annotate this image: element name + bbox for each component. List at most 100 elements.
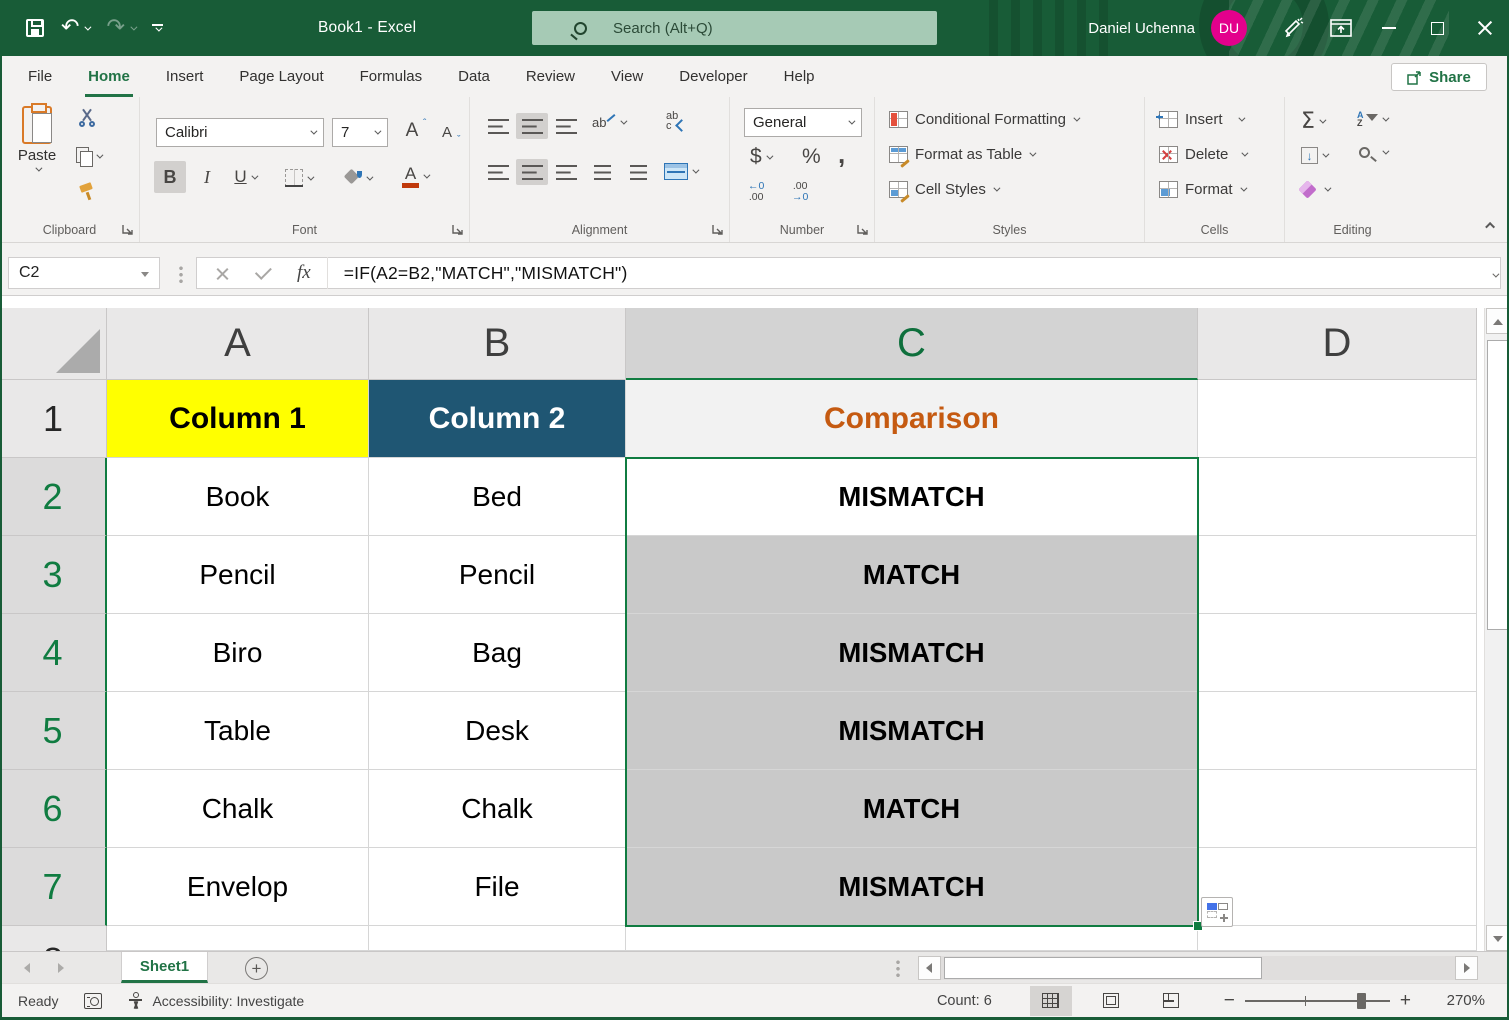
customize-quick-access-button[interactable] [152, 24, 163, 32]
formula-bar-splitter[interactable] [179, 265, 183, 283]
cell-C7[interactable]: MISMATCH [626, 848, 1198, 926]
cell-C5[interactable]: MISMATCH [626, 692, 1198, 770]
align-center-button[interactable] [516, 159, 548, 185]
find-select-button[interactable] [1359, 147, 1387, 158]
name-box-dropdown-icon[interactable] [141, 272, 149, 281]
italic-button[interactable]: I [192, 161, 222, 193]
cell-C2-active[interactable]: MISMATCH [626, 458, 1198, 536]
fill-button[interactable]: ↓ [1301, 147, 1327, 164]
clear-dropdown-icon[interactable] [1324, 185, 1331, 192]
orientation-button[interactable]: ab [592, 115, 625, 130]
accessibility-status[interactable]: Accessibility: Investigate [128, 992, 304, 1010]
scroll-down-button[interactable] [1486, 925, 1509, 951]
new-sheet-button[interactable]: + [245, 957, 268, 980]
paste-dropdown-icon[interactable] [35, 165, 42, 172]
undo-dropdown-icon[interactable] [85, 23, 92, 30]
auto-fill-options-button[interactable] [1201, 897, 1233, 927]
coming-soon-button[interactable] [1269, 0, 1317, 56]
currency-dropdown-icon[interactable] [766, 152, 773, 159]
cell-B4[interactable]: Bag [369, 614, 626, 692]
minimize-button[interactable] [1365, 0, 1413, 56]
cell-A2[interactable]: Book [107, 458, 369, 536]
avatar[interactable]: DU [1211, 10, 1247, 46]
share-button[interactable]: Share [1391, 63, 1487, 91]
cell-D4[interactable] [1198, 614, 1477, 692]
font-color-dropdown-icon[interactable] [423, 171, 430, 178]
number-format-select[interactable]: General [744, 108, 862, 137]
sort-filter-button[interactable]: AZ [1357, 111, 1387, 127]
cell-D6[interactable] [1198, 770, 1477, 848]
scroll-left-button[interactable] [918, 956, 941, 980]
clipboard-dialog-launcher[interactable] [121, 223, 134, 236]
zoom-slider[interactable] [1245, 1000, 1390, 1002]
previous-sheet-button[interactable] [19, 963, 30, 973]
orientation-dropdown-icon[interactable] [621, 118, 628, 125]
format-painter-button[interactable] [78, 183, 96, 201]
next-sheet-button[interactable] [58, 963, 69, 973]
tab-formulas[interactable]: Formulas [342, 56, 441, 97]
cell-B8[interactable] [369, 926, 626, 951]
fill-color-dropdown-icon[interactable] [366, 173, 373, 180]
cell-A5[interactable]: Table [107, 692, 369, 770]
row-header-4[interactable]: 4 [0, 614, 107, 692]
fill-color-button[interactable] [336, 163, 378, 193]
page-break-view-button[interactable] [1150, 986, 1192, 1016]
copy-button[interactable] [76, 147, 101, 165]
cell-styles-button[interactable]: Cell Styles [889, 181, 998, 198]
underline-dropdown-icon[interactable] [251, 172, 258, 179]
save-button[interactable] [26, 19, 44, 37]
tab-developer[interactable]: Developer [661, 56, 765, 97]
collapse-ribbon-button[interactable] [1488, 216, 1495, 234]
sheet-tab-sheet1[interactable]: Sheet1 [121, 952, 208, 983]
merge-center-button[interactable] [664, 163, 697, 180]
format-as-table-button[interactable]: Format as Table [889, 146, 1034, 163]
find-dropdown-icon[interactable] [1382, 148, 1389, 155]
underline-button[interactable]: U [226, 161, 264, 193]
undo-button[interactable]: ↶ [61, 17, 89, 39]
vertical-scroll-thumb[interactable] [1487, 340, 1508, 630]
top-align-button[interactable] [482, 113, 514, 139]
row-header-7[interactable]: 7 [0, 848, 107, 926]
tab-review[interactable]: Review [508, 56, 593, 97]
align-left-button[interactable] [482, 159, 514, 185]
user-name[interactable]: Daniel Uchenna [1088, 20, 1195, 37]
cell-D5[interactable] [1198, 692, 1477, 770]
ribbon-display-options-button[interactable] [1317, 0, 1365, 56]
tab-data[interactable]: Data [440, 56, 508, 97]
zoom-slider-thumb[interactable] [1357, 993, 1366, 1009]
decrease-font-size-button[interactable]: Aˆ [432, 118, 462, 146]
tab-page-layout[interactable]: Page Layout [221, 56, 341, 97]
cell-B1[interactable]: Column 2 [369, 380, 626, 458]
tab-home[interactable]: Home [70, 56, 148, 97]
paste-button[interactable]: Paste [8, 106, 66, 208]
tab-view[interactable]: View [593, 56, 661, 97]
formula-input[interactable]: =IF(A2=B2,"MATCH","MISMATCH") [344, 263, 628, 284]
insert-function-icon[interactable]: fx [297, 262, 311, 284]
cell-A1[interactable]: Column 1 [107, 380, 369, 458]
tab-scrollbar-splitter[interactable] [896, 959, 900, 977]
column-header-C[interactable]: C [626, 308, 1198, 380]
row-header-2[interactable]: 2 [0, 458, 107, 536]
row-header-3[interactable]: 3 [0, 536, 107, 614]
font-color-button[interactable]: A [392, 157, 438, 195]
row-header-6[interactable]: 6 [0, 770, 107, 848]
zoom-out-button[interactable]: − [1214, 990, 1245, 1012]
zoom-in-button[interactable]: + [1390, 990, 1421, 1012]
clear-button[interactable] [1301, 183, 1329, 196]
cell-D7[interactable] [1198, 848, 1477, 926]
vertical-scrollbar[interactable] [1484, 308, 1509, 951]
increase-font-size-button[interactable]: Aˆ [396, 115, 428, 147]
cell-B6[interactable]: Chalk [369, 770, 626, 848]
cell-C3[interactable]: MATCH [626, 536, 1198, 614]
horizontal-scroll-thumb[interactable] [944, 957, 1262, 979]
cell-D3[interactable] [1198, 536, 1477, 614]
tab-insert[interactable]: Insert [148, 56, 222, 97]
count-indicator[interactable]: Count: 6 [937, 993, 992, 1009]
conditional-formatting-button[interactable]: Conditional Formatting [889, 111, 1078, 128]
tab-file[interactable]: File [10, 56, 70, 97]
close-button[interactable] [1461, 0, 1509, 56]
name-box[interactable]: C2 [8, 257, 160, 289]
cell-A6[interactable]: Chalk [107, 770, 369, 848]
page-layout-view-button[interactable] [1090, 986, 1132, 1016]
cell-C8[interactable] [626, 926, 1198, 951]
